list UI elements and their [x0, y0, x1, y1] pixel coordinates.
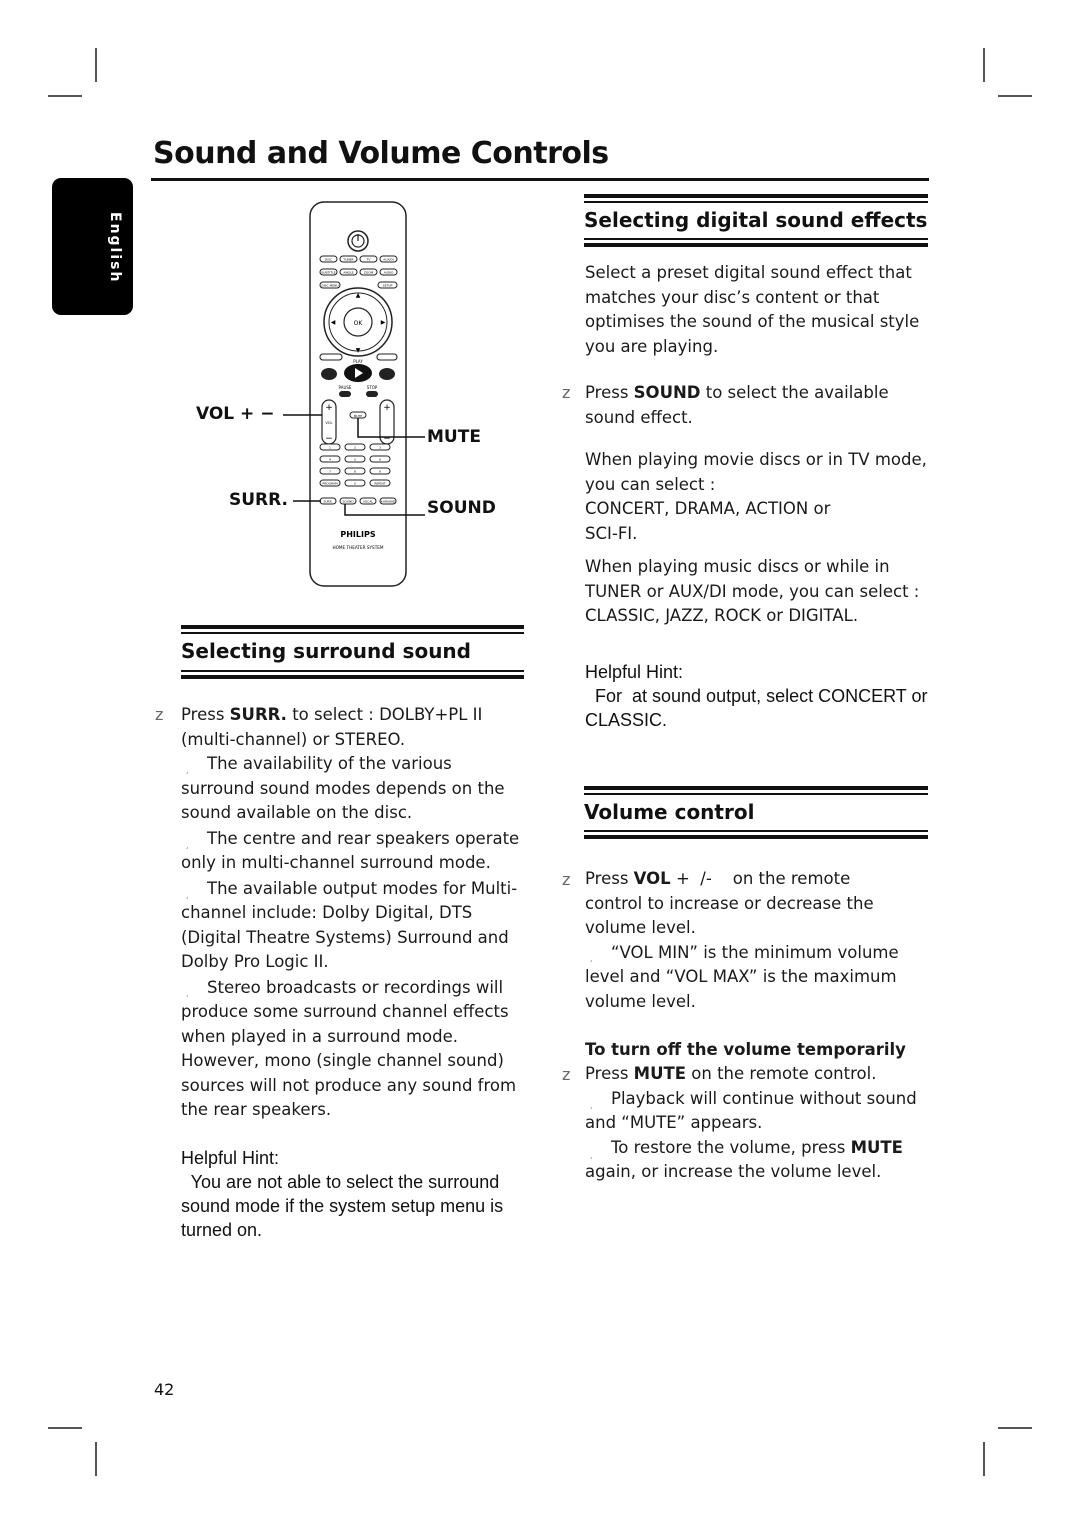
crop-mark — [998, 1427, 1032, 1429]
remote-button-audio-label: AUDIO — [384, 270, 394, 274]
keypad-6-label: 6 — [379, 457, 381, 461]
play-label: PLAY — [353, 359, 363, 364]
ok-label: OK — [354, 320, 364, 327]
surround-hint: Helpful Hint: You are not able to select… — [181, 1146, 551, 1242]
effects-heading: Selecting digital sound effects — [584, 208, 928, 232]
surround-notes: The availability of the various surround… — [181, 754, 520, 1119]
keypad-3-label: 3 — [379, 445, 381, 449]
keypad-4-label: 4 — [329, 457, 331, 461]
effects-section-header: Selecting digital sound effects — [584, 194, 928, 250]
svg-text:+: + — [383, 403, 391, 413]
bullet-marker: z — [562, 1065, 571, 1084]
remote-button-vocal-label: VOCAL — [363, 499, 374, 503]
svg-text:MUTE: MUTE — [354, 414, 363, 418]
crop-mark — [95, 1442, 97, 1476]
page-title: Sound and Volume Controls — [153, 136, 609, 171]
mute-subheading: To turn off the volume temporarily — [585, 1040, 906, 1059]
crop-mark — [983, 1442, 985, 1476]
keypad-2-label: 2 — [354, 445, 356, 449]
surr-callout: SURR. — [229, 490, 289, 510]
svg-text:▲: ▲ — [356, 292, 361, 299]
setup-button-label: SETUP — [383, 283, 393, 287]
volume-section-header: Volume control — [584, 786, 928, 842]
svg-text:+: + — [325, 403, 333, 413]
bullet-marker: z — [562, 383, 571, 402]
crop-mark — [983, 48, 985, 82]
effects-movie-modes: When playing movie discs or in TV mode, … — [585, 450, 927, 543]
svg-text:VOL: VOL — [325, 421, 332, 425]
keypad-8-label: 8 — [354, 469, 356, 473]
language-tab: English — [52, 178, 133, 315]
volume-step: Press VOL + /- on the remote control to … — [585, 869, 899, 1011]
remote-button-subtitle-label: SUBTITLE — [321, 270, 335, 274]
surround-section-header: Selecting surround sound — [181, 625, 524, 682]
svg-text:−: − — [383, 434, 391, 444]
mute-callout: MUTE — [427, 427, 481, 447]
svg-text:PAUSE: PAUSE — [339, 385, 352, 390]
svg-text:STOP: STOP — [367, 385, 378, 390]
effects-music-modes: When playing music discs or while in TUN… — [585, 557, 920, 625]
language-label: English — [107, 212, 123, 284]
crop-mark — [48, 95, 82, 97]
remote-button-karaoke-label: KARAOKE — [381, 499, 395, 503]
keypad-7-label: 7 — [329, 469, 331, 473]
remote-button-angle-label: ANGLE — [343, 270, 353, 274]
keypad-program-label: PROGRAM — [322, 481, 338, 485]
brand-logo: PHILIPS — [340, 530, 375, 539]
surround-step: Press SURR. to select : DOLBY+PL II (mul… — [181, 705, 483, 749]
keypad-repeat-label: REPEAT — [374, 481, 386, 485]
next-button — [379, 368, 395, 380]
page-number: 42 — [154, 1380, 175, 1399]
svg-text:▼: ▼ — [356, 347, 361, 354]
keypad-5-label: 5 — [354, 457, 356, 461]
vol-callout: VOL + − — [196, 404, 275, 424]
effects-step: Press SOUND to select the available soun… — [585, 383, 889, 427]
crop-mark — [48, 1427, 82, 1429]
hint-title: Helpful Hint: — [181, 1148, 280, 1168]
sound-callout: SOUND — [427, 498, 496, 518]
remote-subtitle: HOME THEATER SYSTEM — [332, 545, 383, 550]
effects-intro: Select a preset digital sound effect tha… — [585, 263, 920, 356]
mute-step: Press MUTE on the remote control. Playba… — [585, 1064, 917, 1181]
disc-menu-button-label: DISC MENU — [321, 283, 338, 287]
effects-hint: Helpful Hint: For at sound output, selec… — [585, 660, 985, 732]
svg-text:−: − — [325, 434, 333, 444]
prev-button — [321, 368, 337, 380]
remote-button-sound-label: SOUND — [342, 499, 354, 503]
remote-control-illustration: DISC TUNER TV AUX/DISUBTITLE ANGLE ZOOM AUDIOD… — [283, 201, 425, 587]
svg-text:◀: ◀ — [331, 319, 336, 326]
remote-button-tuner-label: TUNER — [342, 257, 353, 261]
volume-heading: Volume control — [584, 800, 755, 824]
remote-button-surr-label: SURR. — [323, 499, 332, 503]
title-rule — [151, 178, 929, 181]
surround-heading: Selecting surround sound — [181, 639, 471, 663]
keypad-1-label: 1 — [329, 445, 331, 449]
keypad-9-label: 9 — [379, 469, 381, 473]
bullet-marker: z — [155, 705, 164, 724]
remote-button-zoom-label: ZOOM — [364, 270, 374, 274]
svg-text:▶: ▶ — [381, 319, 386, 326]
pause-button — [339, 391, 351, 397]
stop-button — [366, 391, 378, 397]
crop-mark — [95, 48, 97, 82]
hint-title: Helpful Hint: — [585, 662, 684, 682]
remote-button-auxdi-label: AUX/DI — [383, 257, 394, 261]
bullet-marker: z — [562, 870, 571, 889]
crop-mark — [998, 95, 1032, 97]
keypad-0-label: 0 — [354, 481, 356, 485]
remote-button-disc-label: DISC — [325, 257, 332, 261]
